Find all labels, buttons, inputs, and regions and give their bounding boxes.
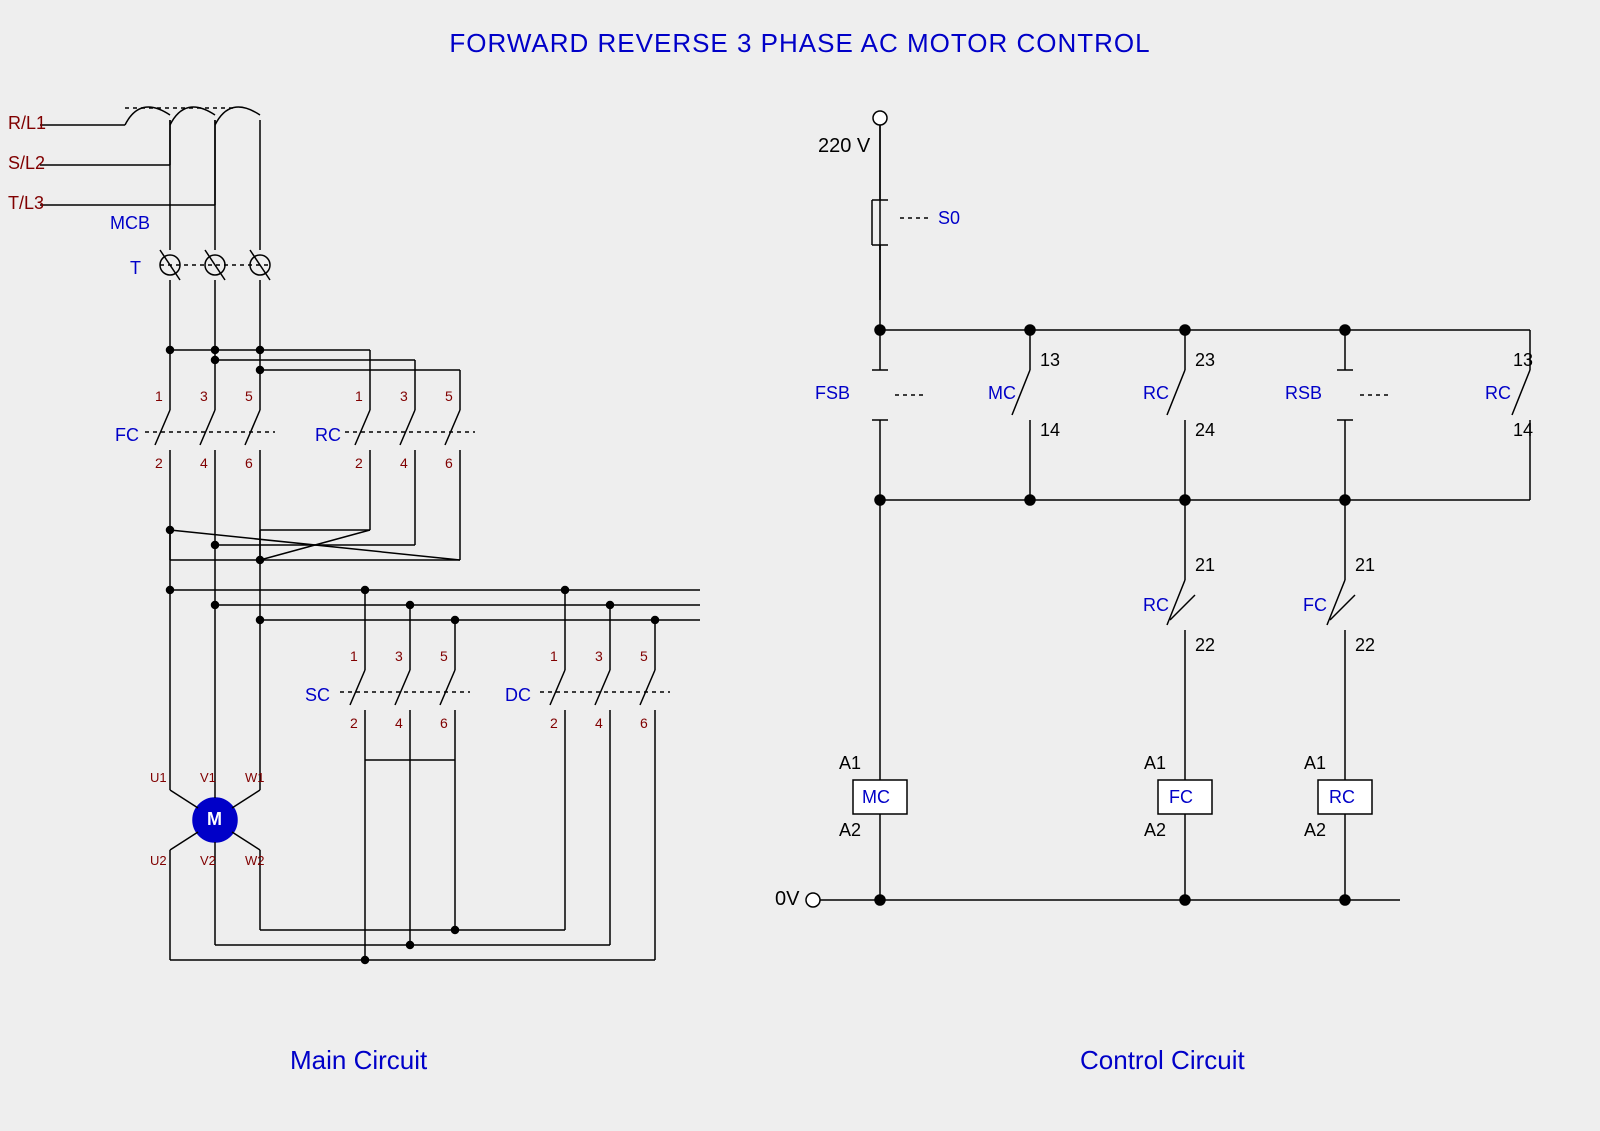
dc-num-4: 4 (595, 715, 603, 731)
phase-r-l1: R/L1 (8, 113, 46, 134)
rc-aux-14: 14 (1513, 420, 1533, 441)
fc-num-6: 6 (245, 455, 253, 471)
s0-pushbutton: S0 (938, 208, 960, 229)
control-circuit-caption: Control Circuit (1080, 1045, 1245, 1076)
mcb-label: MCB (110, 213, 150, 234)
rc-aux-contact-1: RC (1143, 383, 1169, 404)
fsb-pushbutton: FSB (815, 383, 850, 404)
sc-num-1: 1 (350, 648, 358, 664)
mc-aux-contact: MC (988, 383, 1016, 404)
mc-aux-13: 13 (1040, 350, 1060, 371)
supply-220v: 220 V (818, 135, 870, 158)
transformer-label: T (130, 258, 141, 279)
phase-t-l3: T/L3 (8, 193, 44, 214)
rc-aux-contact-2: RC (1485, 383, 1511, 404)
rc-num-3: 3 (400, 388, 408, 404)
mc-coil-a2: A2 (839, 820, 861, 841)
motor-w1: W1 (245, 770, 265, 785)
phase-s-l2: S/L2 (8, 153, 45, 174)
rsb-pushbutton: RSB (1285, 383, 1322, 404)
mc-aux-14: 14 (1040, 420, 1060, 441)
rc-num-2: 2 (355, 455, 363, 471)
rc-num-1: 1 (355, 388, 363, 404)
rc-aux-13: 13 (1513, 350, 1533, 371)
motor-symbol-label: M (207, 809, 222, 830)
sc-num-3: 3 (395, 648, 403, 664)
dc-num-3: 3 (595, 648, 603, 664)
rc-aux-23: 23 (1195, 350, 1215, 371)
fc-nc-21: 21 (1355, 555, 1375, 576)
fc-coil-a1: A1 (1144, 753, 1166, 774)
rc-num-4: 4 (400, 455, 408, 471)
fc-num-2: 2 (155, 455, 163, 471)
supply-0v: 0V (775, 888, 799, 911)
dc-num-5: 5 (640, 648, 648, 664)
rc-coil: RC (1329, 787, 1355, 808)
fc-num-4: 4 (200, 455, 208, 471)
dc-num-1: 1 (550, 648, 558, 664)
sc-label: SC (305, 685, 330, 706)
sc-num-5: 5 (440, 648, 448, 664)
motor-v1: V1 (200, 770, 216, 785)
sc-num-2: 2 (350, 715, 358, 731)
rc-nc-21: 21 (1195, 555, 1215, 576)
motor-v2: V2 (200, 853, 216, 868)
dc-label: DC (505, 685, 531, 706)
sc-num-6: 6 (440, 715, 448, 731)
diagram-canvas: FORWARD REVERSE 3 PHASE AC MOTOR CONTROL (0, 0, 1600, 1131)
motor-w2: W2 (245, 853, 265, 868)
dc-num-6: 6 (640, 715, 648, 731)
mc-coil-a1: A1 (839, 753, 861, 774)
fc-nc-22: 22 (1355, 635, 1375, 656)
rc-aux-24: 24 (1195, 420, 1215, 441)
fc-label: FC (115, 425, 139, 446)
main-circuit-caption: Main Circuit (290, 1045, 427, 1076)
rc-label: RC (315, 425, 341, 446)
fc-coil-a2: A2 (1144, 820, 1166, 841)
rc-num-5: 5 (445, 388, 453, 404)
rc-coil-a2: A2 (1304, 820, 1326, 841)
fc-nc-label: FC (1303, 595, 1327, 616)
mc-coil: MC (862, 787, 890, 808)
dc-num-2: 2 (550, 715, 558, 731)
motor-u2: U2 (150, 853, 167, 868)
fc-num-1: 1 (155, 388, 163, 404)
rc-num-6: 6 (445, 455, 453, 471)
fc-coil: FC (1169, 787, 1193, 808)
motor-u1: U1 (150, 770, 167, 785)
fc-num-5: 5 (245, 388, 253, 404)
rc-nc-label: RC (1143, 595, 1169, 616)
rc-coil-a1: A1 (1304, 753, 1326, 774)
rc-nc-22: 22 (1195, 635, 1215, 656)
sc-num-4: 4 (395, 715, 403, 731)
fc-num-3: 3 (200, 388, 208, 404)
